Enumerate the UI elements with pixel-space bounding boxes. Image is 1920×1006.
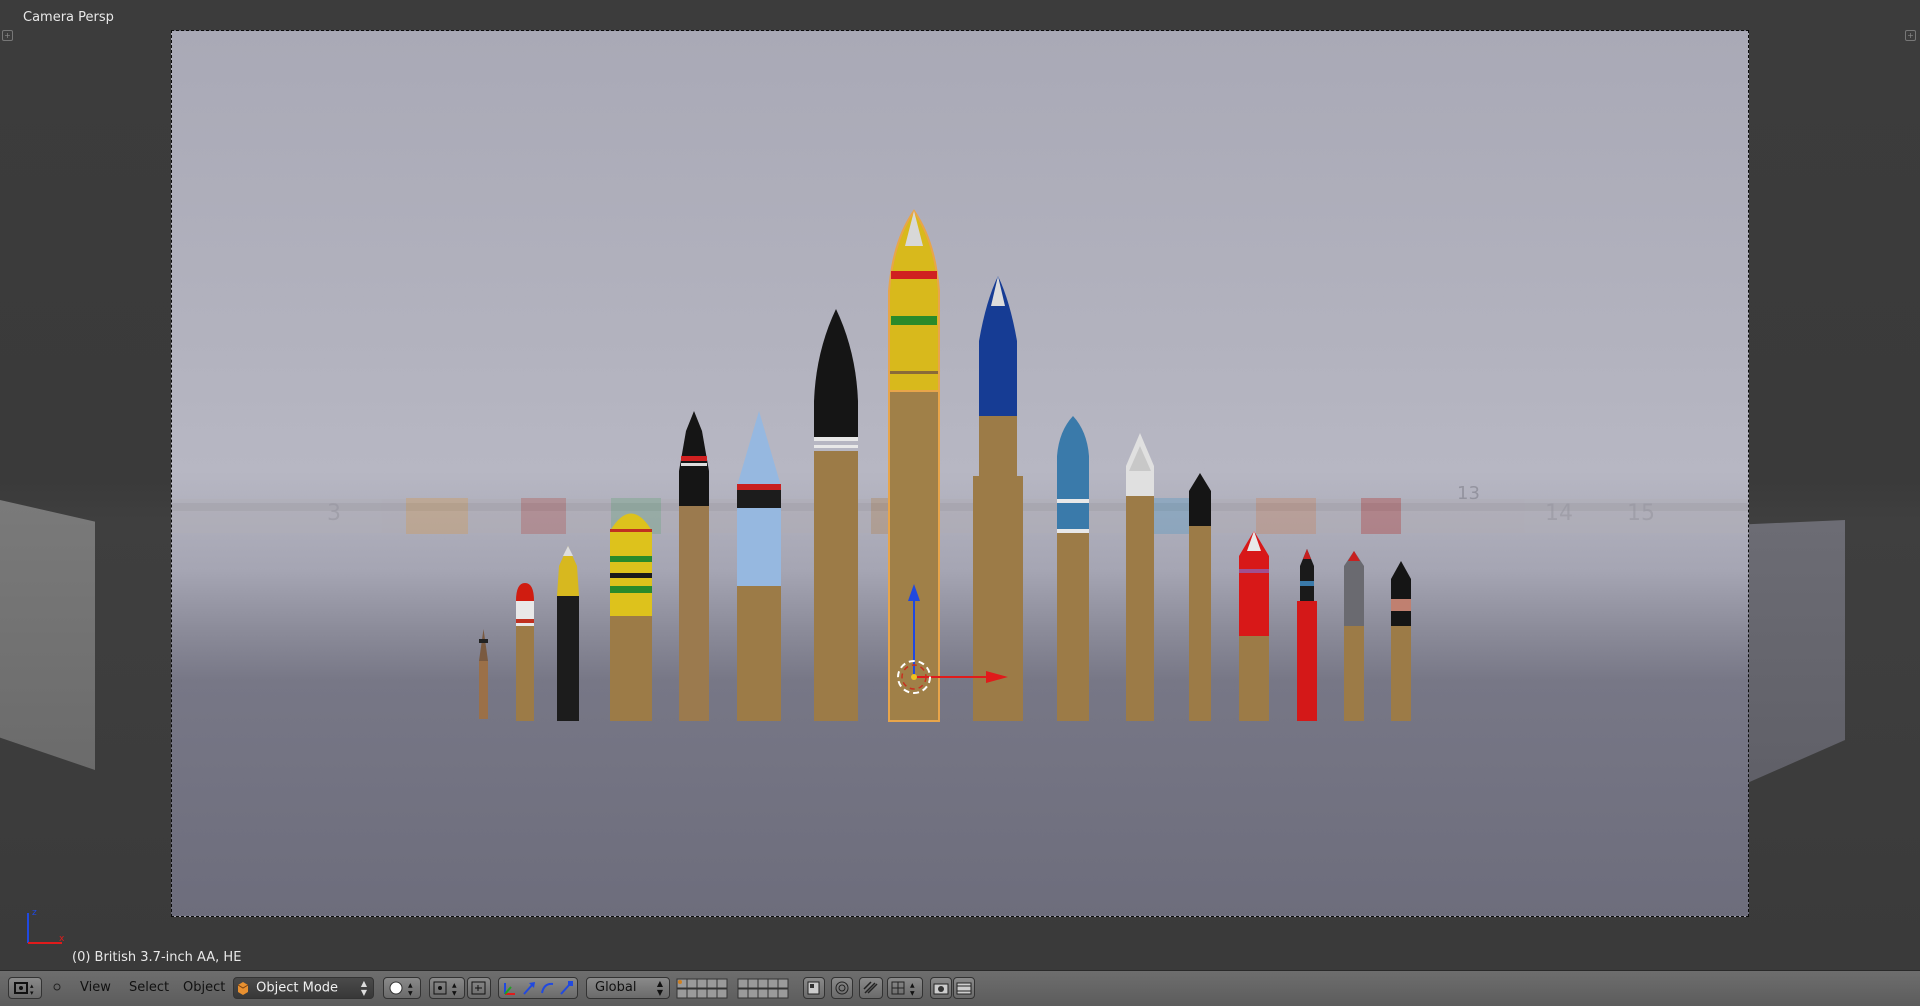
mode-arrows-icon: ▲ ▼ [360, 979, 367, 997]
viewport-header: ▴ ▾ View Select Object Object Mode ▲ ▼ ▲ ▼ … [0, 970, 1920, 1006]
round-16[interactable] [1391, 561, 1411, 721]
layers-icon[interactable] [676, 978, 798, 1004]
menu-view[interactable]: View [80, 980, 111, 995]
round-6[interactable] [737, 411, 781, 721]
region-split-icon-right[interactable]: + [1905, 30, 1916, 41]
ammunition-models [172, 209, 1748, 722]
orientation-label: Global [595, 980, 637, 995]
manipulator-group[interactable] [498, 977, 578, 999]
svg-text:▲: ▲ [452, 982, 457, 989]
snap-element-select[interactable]: ▲ ▼ [887, 977, 923, 999]
svg-text:▲: ▲ [910, 982, 915, 989]
shading-sphere-icon: ▲▼ [389, 981, 413, 997]
round-4[interactable] [610, 513, 652, 722]
round-9[interactable] [973, 276, 1023, 721]
svg-text:▼: ▼ [408, 990, 413, 997]
svg-text:▼: ▼ [910, 990, 915, 997]
round-12[interactable] [1189, 473, 1211, 721]
round-14[interactable] [1297, 549, 1317, 721]
round-15[interactable] [1344, 551, 1364, 721]
camera-frame: 3 13 14 15 [171, 30, 1749, 917]
translate-icon[interactable] [523, 982, 535, 995]
viewport-title: Camera Persp [23, 10, 114, 25]
shading-select[interactable]: ▲ ▼ [383, 977, 421, 999]
mode-label: Object Mode [256, 980, 339, 996]
manipulator-icon[interactable] [504, 983, 515, 995]
mode-select[interactable]: Object Mode ▲ ▼ [233, 977, 374, 999]
render-icon[interactable] [930, 977, 952, 999]
mode-cube-icon [237, 982, 249, 995]
lock-icon[interactable] [803, 977, 825, 999]
round-5[interactable] [679, 411, 709, 721]
anim-render-icon[interactable] [953, 977, 975, 999]
orientation-select[interactable]: Global ▲ ▼ [586, 977, 670, 999]
snap-icon[interactable] [467, 977, 491, 999]
round-3[interactable] [557, 546, 579, 721]
collapse-icon[interactable] [50, 977, 66, 999]
proportional-icon[interactable] [831, 977, 853, 999]
scale-icon[interactable] [560, 981, 573, 995]
orientation-arrows-icon: ▲ ▼ [656, 979, 663, 997]
active-object-status: (0) British 3.7-inch AA, HE [72, 950, 242, 965]
menu-object[interactable]: Object [183, 980, 225, 995]
rotate-icon[interactable] [541, 982, 554, 994]
axis-x-label: x [59, 934, 65, 944]
snapping-icon[interactable] [859, 977, 883, 999]
region-split-icon-left[interactable]: + [2, 30, 13, 41]
round-11[interactable] [1126, 433, 1154, 721]
pivot-icon: ▲▼ [433, 981, 457, 997]
round-10[interactable] [1057, 416, 1089, 721]
round-13[interactable] [1239, 531, 1269, 721]
editor-type-icon[interactable]: ▴ ▾ [8, 977, 42, 999]
round-7[interactable] [814, 309, 858, 721]
axis-indicator: z x [27, 908, 65, 944]
round-1[interactable] [479, 629, 488, 719]
axis-z-label: z [32, 908, 37, 918]
background-wall-left [0, 500, 95, 770]
3d-viewport[interactable]: Camera Persp + + 3 13 14 15 [0, 0, 1920, 970]
reflection-strip [172, 498, 1748, 534]
round-2[interactable] [516, 583, 534, 721]
svg-text:▾: ▾ [30, 989, 34, 997]
svg-text:▲: ▲ [408, 982, 413, 989]
menu-select[interactable]: Select [129, 980, 169, 995]
svg-text:▼: ▼ [452, 990, 457, 997]
pivot-select[interactable]: ▲ ▼ [429, 977, 465, 999]
